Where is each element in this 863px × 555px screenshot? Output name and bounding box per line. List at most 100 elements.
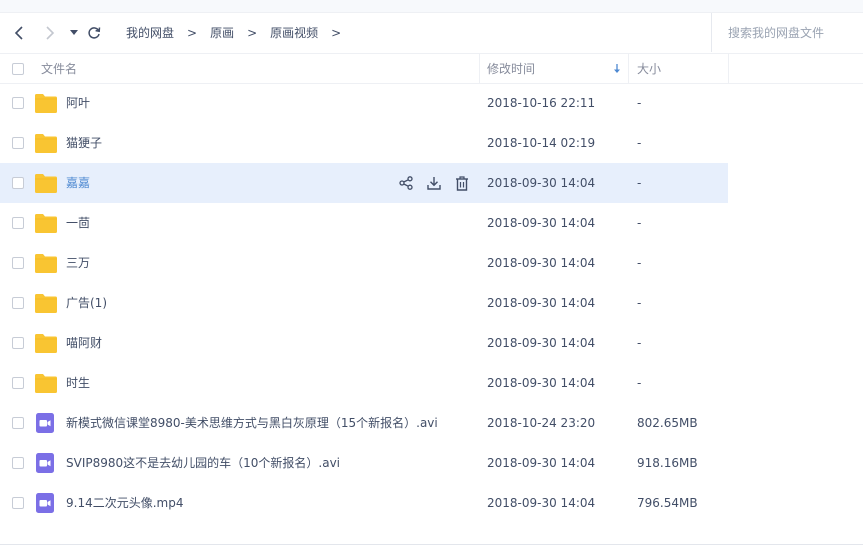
column-divider[interactable] xyxy=(628,54,629,83)
row-checkbox[interactable] xyxy=(12,417,24,429)
file-size: - xyxy=(637,216,642,230)
column-divider[interactable] xyxy=(728,54,729,83)
delete-button[interactable] xyxy=(453,173,471,193)
folder-icon-wrap xyxy=(35,333,57,353)
refresh-button[interactable] xyxy=(83,13,105,52)
file-name-link[interactable]: 广告(1) xyxy=(66,283,107,323)
file-row[interactable]: 猫㹴子 2018-10-14 02:19 - xyxy=(0,123,728,163)
row-checkbox[interactable] xyxy=(12,257,24,269)
folder-icon-wrap xyxy=(35,93,57,113)
file-row[interactable]: 9.14二次元头像.mp4 2018-09-30 14:04 796.54MB xyxy=(0,483,728,523)
folder-icon-wrap xyxy=(35,253,57,273)
checkbox-box xyxy=(12,62,24,75)
file-size: - xyxy=(637,96,642,110)
file-modified-date: 2018-09-30 14:04 xyxy=(487,376,596,390)
file-name-link[interactable]: 新模式微信课堂8980-美术思维方式与黑白灰原理（15个新报名）.avi xyxy=(66,403,438,443)
download-icon xyxy=(427,177,441,190)
file-size: - xyxy=(637,336,642,350)
file-modified-date: 2018-10-14 02:19 xyxy=(487,136,596,150)
search-input[interactable] xyxy=(728,25,863,40)
row-checkbox[interactable] xyxy=(12,217,24,229)
file-row[interactable]: 三万 2018-09-30 14:04 - xyxy=(0,243,728,283)
folder-icon xyxy=(35,334,57,353)
column-header-size[interactable]: 大小 xyxy=(637,54,661,83)
file-row[interactable]: 阿叶 2018-10-16 22:11 - xyxy=(0,83,728,123)
file-name-link[interactable]: 三万 xyxy=(66,243,90,283)
caret-down-icon xyxy=(70,29,78,35)
file-size: - xyxy=(637,256,642,270)
file-name-link[interactable]: 猫㹴子 xyxy=(66,123,102,163)
folder-icon-wrap xyxy=(35,373,57,393)
history-dropdown-button[interactable] xyxy=(63,13,85,52)
folder-icon xyxy=(35,374,57,393)
file-row[interactable]: 嘉嘉 2018-09-30 14:04 - xyxy=(0,163,728,203)
file-modified-date: 2018-10-16 22:11 xyxy=(487,96,596,110)
file-size: - xyxy=(637,296,642,310)
breadcrumb: 我的网盘 > 原画 > 原画视频 > xyxy=(126,13,354,52)
video-file-icon-wrap xyxy=(35,453,57,473)
folder-icon-wrap xyxy=(35,213,57,233)
file-name-link[interactable]: 9.14二次元头像.mp4 xyxy=(66,483,183,523)
file-modified-date: 2018-09-30 14:04 xyxy=(487,336,596,350)
file-row[interactable]: 新模式微信课堂8980-美术思维方式与黑白灰原理（15个新报名）.avi 2018… xyxy=(0,403,728,443)
row-actions xyxy=(397,173,471,193)
file-modified-date: 2018-09-30 14:04 xyxy=(487,456,596,470)
file-row[interactable]: 广告(1) 2018-09-30 14:04 - xyxy=(0,283,728,323)
back-button[interactable] xyxy=(9,13,31,52)
sort-down-icon xyxy=(614,63,620,73)
file-name-link[interactable]: SVIP8980这不是去幼儿园的车（10个新报名）.avi xyxy=(66,443,340,483)
top-bar-strip xyxy=(0,0,863,13)
file-name-link[interactable]: 一茴 xyxy=(66,203,90,243)
breadcrumb-separator: > xyxy=(187,25,198,40)
file-name-link[interactable]: 喵阿财 xyxy=(66,323,102,363)
video-file-icon xyxy=(36,453,54,473)
row-checkbox[interactable] xyxy=(12,137,24,149)
video-file-icon xyxy=(36,493,54,513)
row-checkbox[interactable] xyxy=(12,177,24,189)
breadcrumb-separator: > xyxy=(331,25,342,40)
bottom-divider xyxy=(0,544,863,545)
share-button[interactable] xyxy=(397,173,415,193)
file-name-link[interactable]: 嘉嘉 xyxy=(66,163,90,203)
folder-icon-wrap xyxy=(35,173,57,193)
row-checkbox[interactable] xyxy=(12,377,24,389)
folder-icon-wrap xyxy=(35,133,57,153)
select-all-checkbox[interactable] xyxy=(12,54,24,83)
file-modified-date: 2018-09-30 14:04 xyxy=(487,176,596,190)
column-header-modified[interactable]: 修改时间 xyxy=(487,54,535,83)
file-row[interactable]: 时生 2018-09-30 14:04 - xyxy=(0,363,728,403)
file-modified-date: 2018-09-30 14:04 xyxy=(487,296,596,310)
row-checkbox[interactable] xyxy=(12,297,24,309)
file-row[interactable]: 喵阿财 2018-09-30 14:04 - xyxy=(0,323,728,363)
folder-icon xyxy=(35,94,57,113)
row-checkbox[interactable] xyxy=(12,337,24,349)
sort-arrow-button[interactable] xyxy=(613,54,621,83)
file-size: 918.16MB xyxy=(637,456,698,470)
column-divider[interactable] xyxy=(479,54,480,83)
row-checkbox[interactable] xyxy=(12,457,24,469)
breadcrumb-item-current[interactable]: 原画视频 xyxy=(270,24,318,41)
breadcrumb-separator: > xyxy=(247,25,258,40)
file-name-link[interactable]: 阿叶 xyxy=(66,83,90,123)
file-row[interactable]: SVIP8980这不是去幼儿园的车（10个新报名）.avi 2018-09-30 … xyxy=(0,443,728,483)
row-checkbox[interactable] xyxy=(12,497,24,509)
forward-button[interactable] xyxy=(38,13,60,52)
breadcrumb-item-yuanhua[interactable]: 原画 xyxy=(210,24,234,41)
breadcrumb-item-root[interactable]: 我的网盘 xyxy=(126,24,174,41)
video-file-icon-wrap xyxy=(35,413,57,433)
folder-icon xyxy=(35,254,57,273)
download-button[interactable] xyxy=(425,173,443,193)
file-modified-date: 2018-10-24 23:20 xyxy=(487,416,596,430)
file-size: 802.65MB xyxy=(637,416,698,430)
row-checkbox[interactable] xyxy=(12,97,24,109)
search-box xyxy=(711,13,863,52)
file-row[interactable]: 一茴 2018-09-30 14:04 - xyxy=(0,203,728,243)
folder-icon xyxy=(35,214,57,233)
file-size: 796.54MB xyxy=(637,496,698,510)
file-modified-date: 2018-09-30 14:04 xyxy=(487,496,596,510)
file-name-link[interactable]: 时生 xyxy=(66,363,90,403)
folder-icon-wrap xyxy=(35,293,57,313)
column-header-name[interactable]: 文件名 xyxy=(41,54,77,83)
toolbar: 我的网盘 > 原画 > 原画视频 > xyxy=(0,13,863,52)
share-icon xyxy=(399,176,413,190)
